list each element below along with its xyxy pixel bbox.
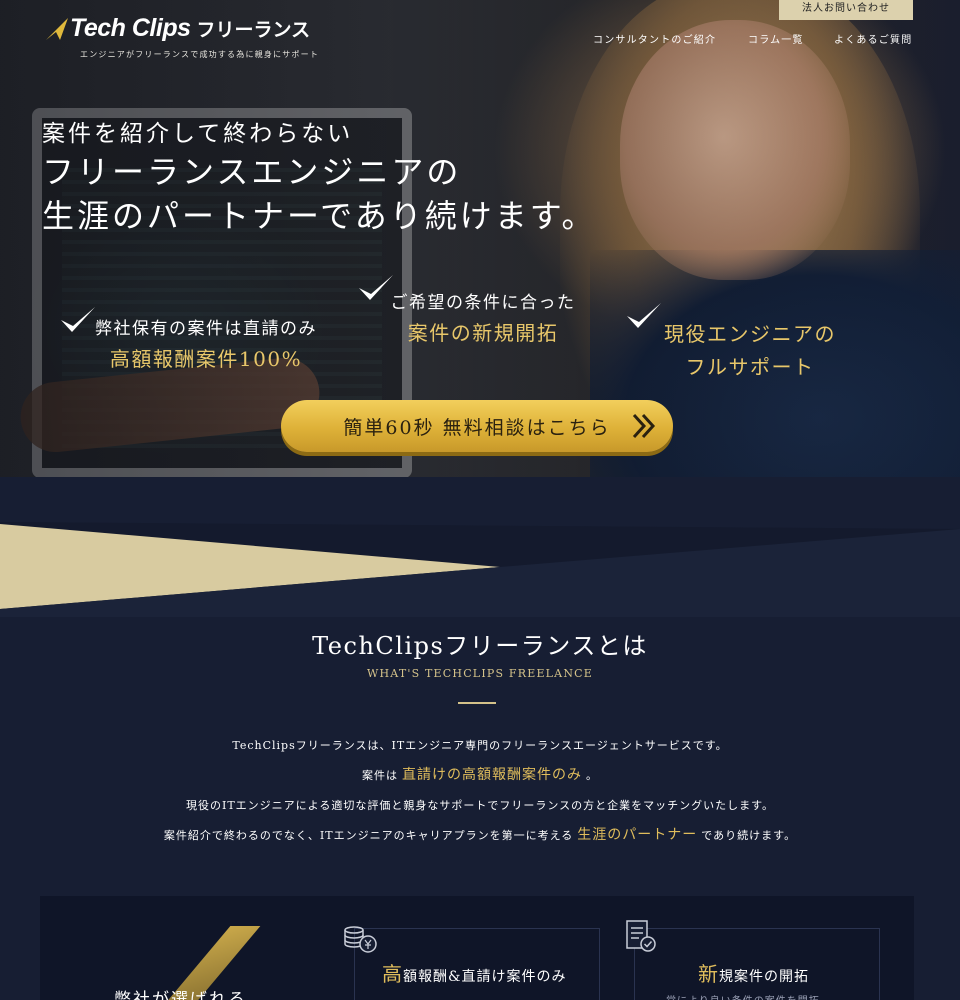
reason-card-title: 新規案件の開拓 (698, 962, 809, 986)
about-paragraph-2: 案件は 直請けの高額報酬案件のみ。 (362, 767, 598, 783)
hero-heading: フリーランスエンジニアの 生涯のパートナーであり続けます。 (42, 153, 597, 235)
corporate-contact-button[interactable]: 法人お問い合わせ (779, 0, 913, 20)
reason-card-title: 高額報酬&直請け案件のみ (382, 962, 567, 986)
hero-subheading: 案件を紹介して終わらない (42, 121, 354, 147)
feature-direct-contracts: 弊社保有の案件は直請のみ 高額報酬案件100% (95, 319, 317, 371)
coins-yen-icon (344, 926, 377, 953)
logo-text: Tech Clips (70, 14, 191, 42)
about-paragraph-4: 案件紹介で終わるのでなく、ITエンジニアのキャリアプランを第一に考える 生涯のパー… (163, 827, 797, 843)
tagline: エンジニアがフリーランスで成功する為に親身にサポート (80, 50, 320, 59)
about-paragraph-3: 現役のITエンジニアによる適切な評価と親身なサポートでフリーランスの方と企業をマ… (185, 799, 775, 812)
nav-columns[interactable]: コラム一覧 (748, 31, 804, 46)
feature-full-support: 現役エンジニアの フルサポート (664, 322, 836, 379)
site-logo[interactable]: Tech Clips フリーランス (44, 14, 310, 43)
about-paragraph-1: TechClipsフリーランスは、ITエンジニア専門のフリーランスエージェントサ… (232, 739, 728, 752)
reason-card-subtext: 常により良い条件の案件を開拓 (666, 992, 820, 1000)
logo-kana: フリーランス (196, 19, 311, 41)
free-consultation-button[interactable]: 簡単60秒 無料相談はこちら (281, 400, 673, 452)
reasons-heading: 弊社が選ばれる (114, 990, 247, 1000)
about-title: TechClipsフリーランスとは (312, 632, 648, 660)
nav-faq[interactable]: よくあるご質問 (834, 31, 912, 46)
decorative-divider (0, 522, 960, 617)
nav-consultants[interactable]: コンサルタントのご紹介 (593, 31, 716, 46)
logo-arrow-icon (46, 17, 68, 40)
about-title-underline (458, 702, 496, 704)
double-chevron-right-icon (632, 413, 656, 439)
about-title-en: WHAT'S TECHCLIPS FREELANCE (366, 667, 593, 680)
feature-new-projects: ご希望の条件に合った 案件の新規開拓 (390, 293, 576, 345)
document-check-icon (626, 920, 656, 952)
